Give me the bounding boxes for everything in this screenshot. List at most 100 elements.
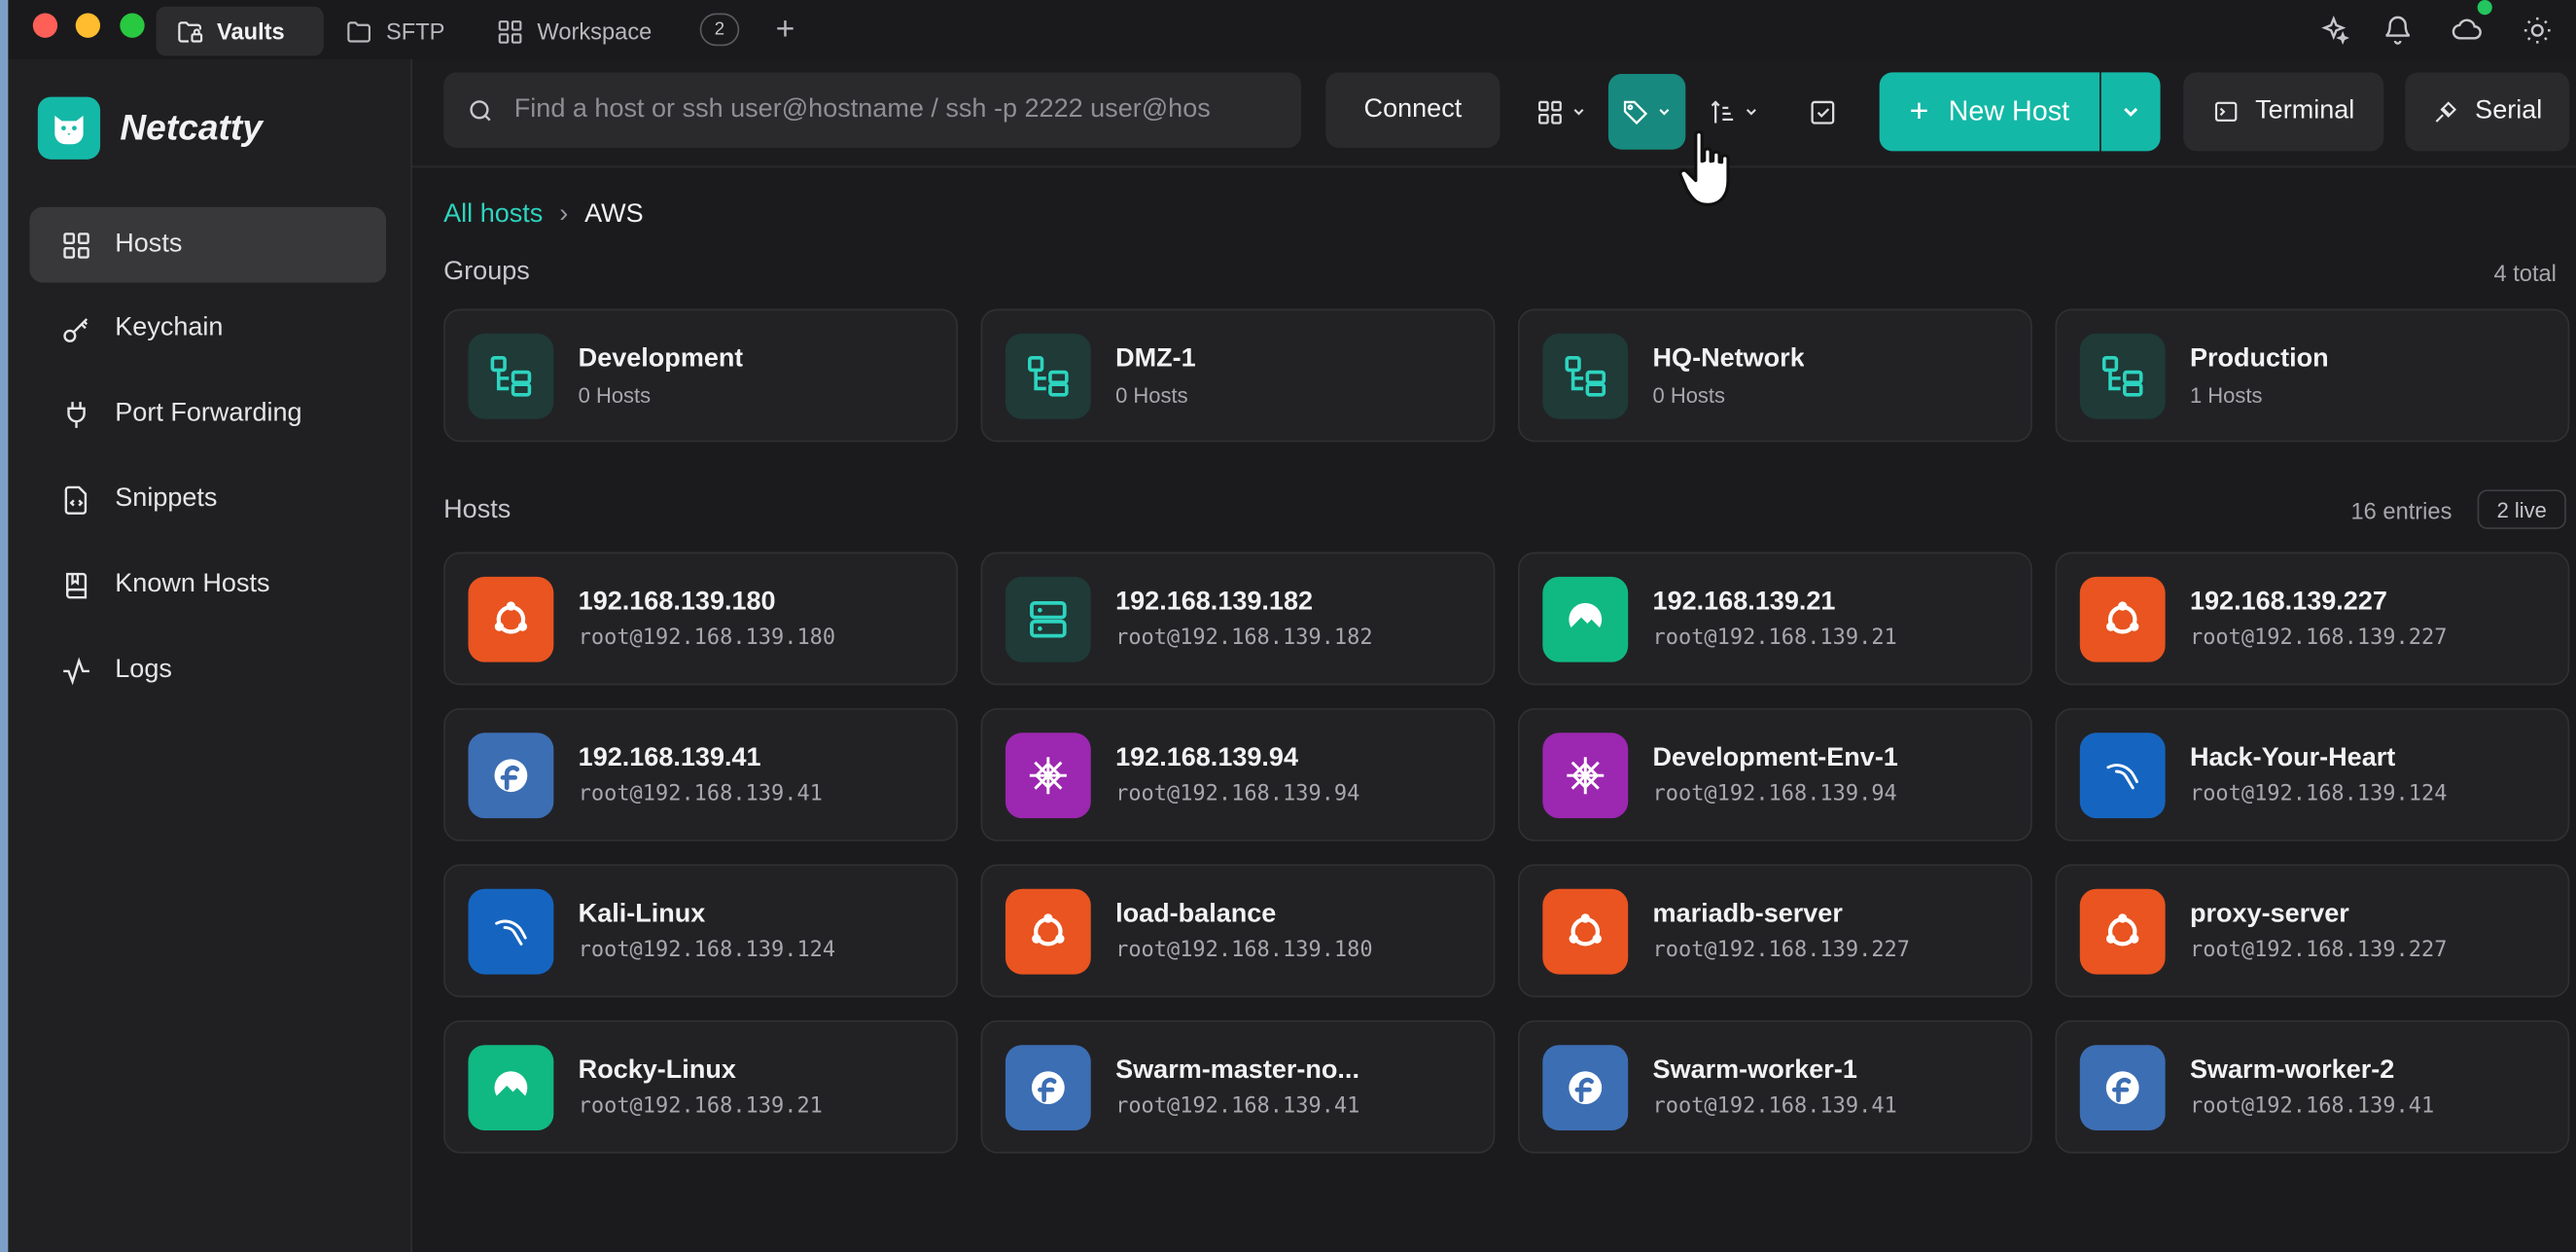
host-card[interactable]: Swarm-master-no... root@192.168.139.41 bbox=[980, 1019, 1496, 1154]
host-name: Swarm-worker-1 bbox=[1652, 1055, 1857, 1084]
cloud-sync-button[interactable] bbox=[2445, 8, 2488, 51]
sidebar-item-hosts[interactable]: Hosts bbox=[29, 206, 387, 283]
host-card[interactable]: 192.168.139.21 root@192.168.139.21 bbox=[1518, 552, 2032, 686]
sidebar-item-label: Port Forwarding bbox=[115, 399, 302, 428]
host-name: 192.168.139.94 bbox=[1115, 743, 1298, 771]
ubuntu-logo-icon bbox=[2079, 887, 2166, 974]
fedora-logo-icon bbox=[1542, 1044, 1629, 1130]
serial-icon bbox=[2434, 101, 2456, 123]
group-host-count: 0 Hosts bbox=[1652, 381, 1726, 408]
sidebar-item-logs[interactable]: Logs bbox=[29, 632, 386, 708]
host-name: 192.168.139.41 bbox=[578, 743, 761, 771]
kali-linux-logo-icon bbox=[2079, 732, 2166, 818]
plus-icon: + bbox=[1909, 92, 1929, 129]
connect-button[interactable]: Connect bbox=[1325, 72, 1500, 149]
file-code-icon bbox=[64, 484, 88, 515]
host-card[interactable]: mariadb-server root@192.168.139.227 bbox=[1518, 864, 2032, 998]
sidebar-item-label: Snippets bbox=[115, 484, 218, 513]
terminal-button[interactable]: Terminal bbox=[2183, 72, 2384, 152]
host-card[interactable]: 192.168.139.227 root@192.168.139.227 bbox=[2055, 552, 2570, 686]
search-box[interactable] bbox=[443, 72, 1302, 149]
bell-icon bbox=[2384, 15, 2410, 44]
group-name: HQ-Network bbox=[1652, 343, 1805, 373]
host-card[interactable]: 192.168.139.41 root@192.168.139.41 bbox=[443, 707, 958, 841]
terminal-icon bbox=[2214, 101, 2237, 122]
host-card[interactable]: 192.168.139.94 root@192.168.139.94 bbox=[980, 707, 1496, 841]
host-name: 192.168.139.182 bbox=[1115, 587, 1314, 616]
notifications-button[interactable] bbox=[2376, 8, 2418, 51]
brand: Netcatty bbox=[37, 96, 263, 160]
lock-folder-icon bbox=[178, 20, 203, 42]
host-user: root@192.168.139.21 bbox=[1652, 625, 1897, 650]
add-tab-button[interactable]: + bbox=[769, 10, 802, 50]
hosts-entries: 16 entries bbox=[2350, 497, 2452, 524]
maximize-window-button[interactable] bbox=[120, 13, 145, 38]
group-card[interactable]: DMZ-1 0 Hosts bbox=[980, 308, 1496, 443]
host-user: root@192.168.139.41 bbox=[2189, 1093, 2435, 1119]
chevron-down-icon bbox=[1746, 108, 1756, 116]
tab-label: Vaults bbox=[217, 18, 285, 45]
host-card[interactable]: Swarm-worker-2 root@192.168.139.41 bbox=[2055, 1019, 2570, 1154]
group-card[interactable]: HQ-Network 0 Hosts bbox=[1518, 308, 2032, 443]
host-card[interactable]: Development-Env-1 root@192.168.139.94 bbox=[1518, 707, 2032, 841]
host-user: root@192.168.139.21 bbox=[578, 1093, 823, 1119]
host-name: 192.168.139.21 bbox=[1652, 587, 1836, 616]
host-card[interactable]: Swarm-worker-1 root@192.168.139.41 bbox=[1518, 1019, 2032, 1154]
cloud-icon bbox=[2451, 18, 2482, 39]
checkbox-icon bbox=[1810, 99, 1834, 124]
kali-linux-logo-icon bbox=[468, 887, 554, 974]
rocky-linux-logo-icon bbox=[468, 1044, 554, 1130]
search-icon bbox=[470, 99, 491, 121]
ubuntu-logo-icon bbox=[468, 575, 554, 662]
select-mode-button[interactable] bbox=[1789, 74, 1855, 150]
serial-button[interactable]: Serial bbox=[2405, 72, 2570, 152]
new-host-button[interactable]: + New Host bbox=[1879, 72, 2100, 152]
chevron-down-icon bbox=[1659, 108, 1670, 116]
host-card[interactable]: 192.168.139.180 root@192.168.139.180 bbox=[443, 552, 958, 686]
group-card[interactable]: Production 1 Hosts bbox=[2055, 308, 2570, 443]
host-card[interactable]: Hack-Your-Heart root@192.168.139.124 bbox=[2055, 707, 2570, 841]
host-card[interactable]: Rocky-Linux root@192.168.139.21 bbox=[443, 1019, 958, 1154]
group-card[interactable]: Development 0 Hosts bbox=[443, 308, 958, 443]
toolbar: Connect + New Host bbox=[412, 59, 2576, 168]
sort-icon bbox=[1710, 99, 1733, 123]
host-card[interactable]: 192.168.139.182 root@192.168.139.182 bbox=[980, 552, 1496, 686]
tab-workspace[interactable]: Workspace bbox=[476, 7, 672, 56]
tab-sftp[interactable]: SFTP bbox=[326, 7, 465, 56]
host-name: 192.168.139.180 bbox=[578, 587, 776, 616]
sync-status-dot bbox=[2477, 0, 2492, 16]
breadcrumb-all-hosts[interactable]: All hosts bbox=[443, 200, 543, 230]
minimize-window-button[interactable] bbox=[75, 13, 101, 38]
tab-vaults[interactable]: Vaults bbox=[156, 6, 324, 56]
host-card[interactable]: Kali-Linux root@192.168.139.124 bbox=[443, 864, 958, 998]
serial-label: Serial bbox=[2475, 96, 2543, 125]
live-badge: 2 live bbox=[2477, 489, 2566, 529]
host-user: root@192.168.139.180 bbox=[1115, 937, 1373, 962]
sidebar-item-keychain[interactable]: Keychain bbox=[29, 291, 386, 367]
key-icon bbox=[63, 317, 88, 342]
host-user: root@192.168.139.124 bbox=[2189, 781, 2448, 806]
host-user: root@192.168.139.41 bbox=[1652, 1093, 1897, 1119]
app-window: Vaults SFTP Workspace 2 + Netcatty Hosts… bbox=[8, 0, 2576, 1252]
sidebar-item-port-forwarding[interactable]: Port Forwarding bbox=[29, 376, 386, 452]
sidebar-item-known-hosts[interactable]: Known Hosts bbox=[29, 547, 386, 623]
fedora-logo-icon bbox=[2079, 1044, 2166, 1130]
new-host-dropdown-button[interactable] bbox=[2100, 72, 2161, 152]
brand-name: Netcatty bbox=[120, 106, 263, 149]
sidebar-item-label: Keychain bbox=[115, 313, 224, 342]
host-card[interactable]: proxy-server root@192.168.139.227 bbox=[2055, 864, 2570, 998]
host-name: Development-Env-1 bbox=[1652, 743, 1898, 771]
group-name: DMZ-1 bbox=[1115, 343, 1196, 373]
main-content: All hosts › AWS Groups 4 total Developme… bbox=[412, 168, 2576, 1252]
theme-toggle-button[interactable] bbox=[2515, 8, 2558, 51]
netcatty-logo-icon bbox=[37, 96, 101, 160]
close-window-button[interactable] bbox=[32, 13, 58, 38]
title-bar: Vaults SFTP Workspace 2 + bbox=[8, 0, 2576, 59]
search-input[interactable] bbox=[513, 94, 1287, 125]
ai-sparkle-button[interactable] bbox=[2311, 8, 2354, 51]
hosts-title: Hosts bbox=[443, 496, 512, 524]
sidebar-item-snippets[interactable]: Snippets bbox=[29, 462, 386, 538]
view-mode-button[interactable] bbox=[1521, 74, 1600, 150]
host-card[interactable]: load-balance root@192.168.139.180 bbox=[980, 864, 1496, 998]
sidebar-item-label: Logs bbox=[115, 655, 172, 684]
